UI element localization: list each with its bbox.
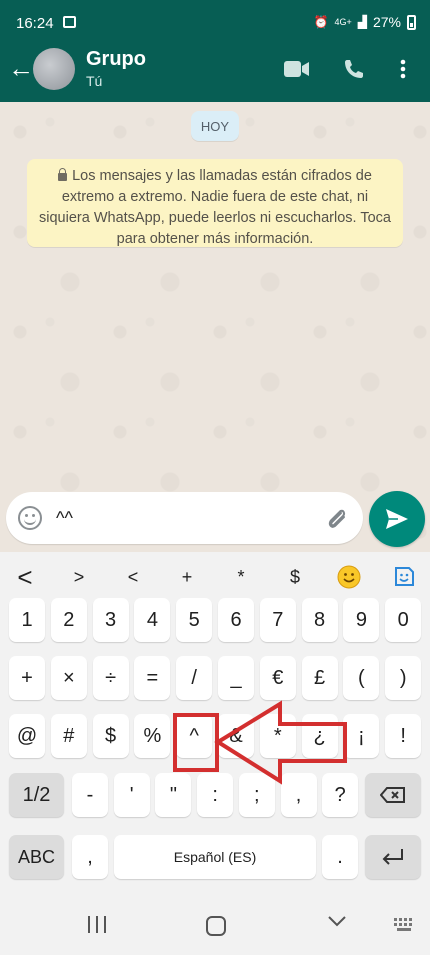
back-arrow-icon[interactable]: ← (8, 54, 34, 82)
network-label: 4G+ (334, 17, 352, 27)
status-right: ⏰ 4G+ ▟ 27% (314, 14, 416, 30)
key-row2-9[interactable]: ) (385, 656, 422, 700)
key-row2-1[interactable]: × (50, 656, 87, 700)
chat-area[interactable]: HOY Los mensajes y las llamadas están ci… (0, 102, 430, 552)
key-row4-2[interactable]: ' (113, 773, 150, 817)
key-row3-2[interactable]: $ (92, 714, 129, 758)
keyboard-switch-icon[interactable] (394, 918, 416, 933)
toolbar-key[interactable]: * (221, 562, 261, 592)
send-button[interactable] (369, 491, 425, 547)
enter-key[interactable] (365, 835, 421, 879)
key-row4-6[interactable]: , (280, 773, 317, 817)
period-key[interactable]: . (322, 835, 358, 879)
toolbar-key[interactable]: < (113, 562, 153, 592)
video-call-icon[interactable] (282, 54, 312, 84)
sticker-key-icon[interactable] (384, 562, 424, 592)
status-time: 16:24 (16, 15, 54, 32)
key-row2-5[interactable]: _ (218, 656, 254, 700)
status-bar: 16:24 ⏰ 4G+ ▟ 27% (0, 0, 430, 36)
abc-key[interactable]: ABC (9, 835, 64, 879)
key-row1-9[interactable]: 0 (385, 598, 422, 642)
key-row4-7[interactable]: ? (322, 773, 359, 817)
key-row3-6[interactable]: * (259, 714, 296, 758)
message-composer[interactable] (6, 492, 363, 544)
app-header-area: 16:24 ⏰ 4G+ ▟ 27% ← Grupo Tú (0, 0, 430, 102)
attach-clip-icon[interactable] (322, 505, 350, 533)
nav-chevron-down-icon[interactable] (328, 914, 346, 932)
key-row1-6[interactable]: 7 (259, 598, 296, 642)
key-row3-9[interactable]: ! (385, 714, 422, 758)
key-row1-0[interactable]: 1 (9, 598, 45, 642)
more-options-icon[interactable] (388, 54, 418, 84)
key-row1-8[interactable]: 9 (343, 598, 380, 642)
key-row2-7[interactable]: £ (301, 656, 338, 700)
date-chip: HOY (191, 111, 239, 141)
send-icon (386, 509, 408, 529)
comma-key[interactable]: , (72, 835, 108, 879)
encryption-notice-text: Los mensajes y las llamadas están cifrad… (39, 168, 391, 247)
key-row3-1[interactable]: # (50, 714, 87, 758)
key-row1-5[interactable]: 6 (218, 598, 254, 642)
key-row2-4[interactable]: / (176, 656, 213, 700)
key-row1-1[interactable]: 2 (50, 598, 87, 642)
key-row3-0[interactable]: @ (9, 714, 45, 758)
key-row1-4[interactable]: 5 (176, 598, 213, 642)
chat-title[interactable]: Grupo (86, 48, 146, 71)
key-row2-2[interactable]: ÷ (92, 656, 129, 700)
battery-icon (407, 14, 416, 30)
key-row2-3[interactable]: = (134, 656, 171, 700)
chat-header[interactable]: ← Grupo Tú (0, 36, 430, 102)
key-symbols-page[interactable]: 1/2 (9, 773, 64, 817)
toolbar-key[interactable]: $ (275, 562, 315, 592)
key-row4-5[interactable]: ; (238, 773, 275, 817)
key-row4-4[interactable]: : (197, 773, 234, 817)
key-row3-5[interactable]: & (218, 714, 254, 758)
key-row4-1[interactable]: - (72, 773, 108, 817)
key-row3-4[interactable]: ^ (176, 714, 213, 758)
key-row3-8[interactable]: ¡ (343, 714, 380, 758)
key-row1-2[interactable]: 3 (92, 598, 129, 642)
key-row1-7[interactable]: 8 (301, 598, 338, 642)
message-input[interactable] (56, 505, 306, 531)
signal-icon: ▟ (357, 15, 367, 29)
alarm-icon: ⏰ (313, 15, 329, 29)
lock-icon (58, 168, 68, 181)
system-nav-bar (0, 900, 430, 955)
keyboard-toolbar: < > < + * $ (0, 552, 430, 602)
emoji-icon[interactable] (18, 506, 42, 530)
toolbar-back-key[interactable]: < (5, 562, 45, 592)
enter-icon (382, 849, 403, 865)
key-row3-7[interactable]: ¿ (301, 714, 338, 758)
space-bar[interactable]: Español (ES) (114, 835, 316, 879)
encryption-notice[interactable]: Los mensajes y las llamadas están cifrad… (27, 159, 403, 247)
backspace-key[interactable] (365, 773, 421, 817)
voice-call-icon[interactable] (339, 54, 369, 84)
backspace-icon (380, 787, 405, 803)
chat-subtitle: Tú (86, 73, 103, 89)
toolbar-key[interactable]: > (59, 562, 99, 592)
key-row1-3[interactable]: 4 (134, 598, 171, 642)
home-icon[interactable] (206, 916, 226, 936)
toolbar-key[interactable]: + (167, 562, 207, 592)
key-row2-0[interactable]: + (9, 656, 45, 700)
emoji-key-icon[interactable] (329, 562, 369, 592)
key-row2-6[interactable]: € (259, 656, 296, 700)
key-row3-3[interactable]: % (134, 714, 171, 758)
key-row2-8[interactable]: ( (343, 656, 380, 700)
key-row4-3[interactable]: " (155, 773, 192, 817)
avatar[interactable] (33, 48, 75, 90)
recent-apps-icon[interactable] (88, 916, 106, 934)
battery-label: 27% (372, 14, 401, 30)
keyboard: < > < + * $ 1 2 3 4 5 6 7 8 9 0 + × ÷ = / _ € £() @ # $% ^ & * ¿… (0, 552, 430, 955)
gallery-notification-icon (63, 16, 76, 28)
